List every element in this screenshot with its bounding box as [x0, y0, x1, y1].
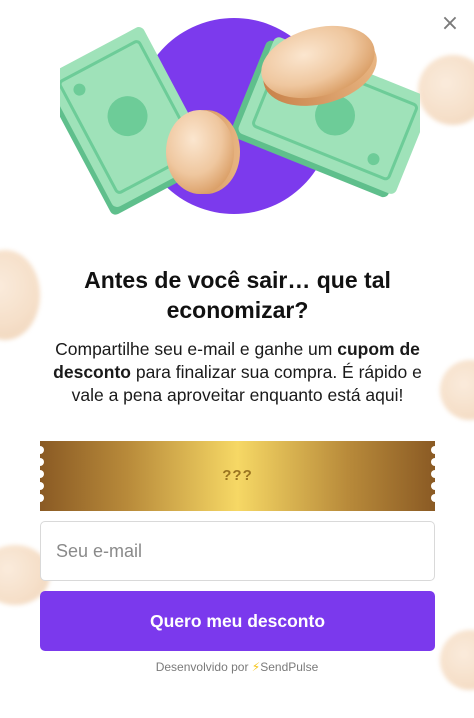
powered-by: Desenvolvido por ⚡SendPulse — [0, 660, 474, 674]
close-button[interactable]: × — [436, 10, 464, 38]
exit-intent-popup: × Antes de você sair… que tal economizar… — [0, 0, 474, 718]
submit-discount-button[interactable]: Quero meu desconto — [40, 591, 435, 651]
sendpulse-link[interactable]: ⚡SendPulse — [252, 660, 318, 674]
close-icon: × — [440, 11, 460, 36]
coupon-code: ??? — [222, 467, 253, 484]
email-field[interactable] — [40, 521, 435, 581]
sendpulse-brand: SendPulse — [260, 660, 319, 674]
description-text: Compartilhe seu e-mail e ganhe um — [55, 339, 338, 359]
blurred-coin-decoration — [0, 250, 40, 340]
blurred-coin-decoration — [440, 360, 474, 420]
popup-description: Compartilhe seu e-mail e ganhe um cupom … — [36, 338, 439, 407]
blurred-coin-decoration — [418, 55, 474, 125]
powered-by-prefix: Desenvolvido por — [155, 660, 249, 674]
coupon-ticket: ??? — [40, 441, 435, 511]
popup-title: Antes de você sair… que tal economizar? — [84, 267, 391, 323]
coin-icon — [166, 110, 240, 194]
money-illustration — [44, 10, 432, 225]
lightning-bolt-icon: ⚡ — [251, 660, 261, 674]
